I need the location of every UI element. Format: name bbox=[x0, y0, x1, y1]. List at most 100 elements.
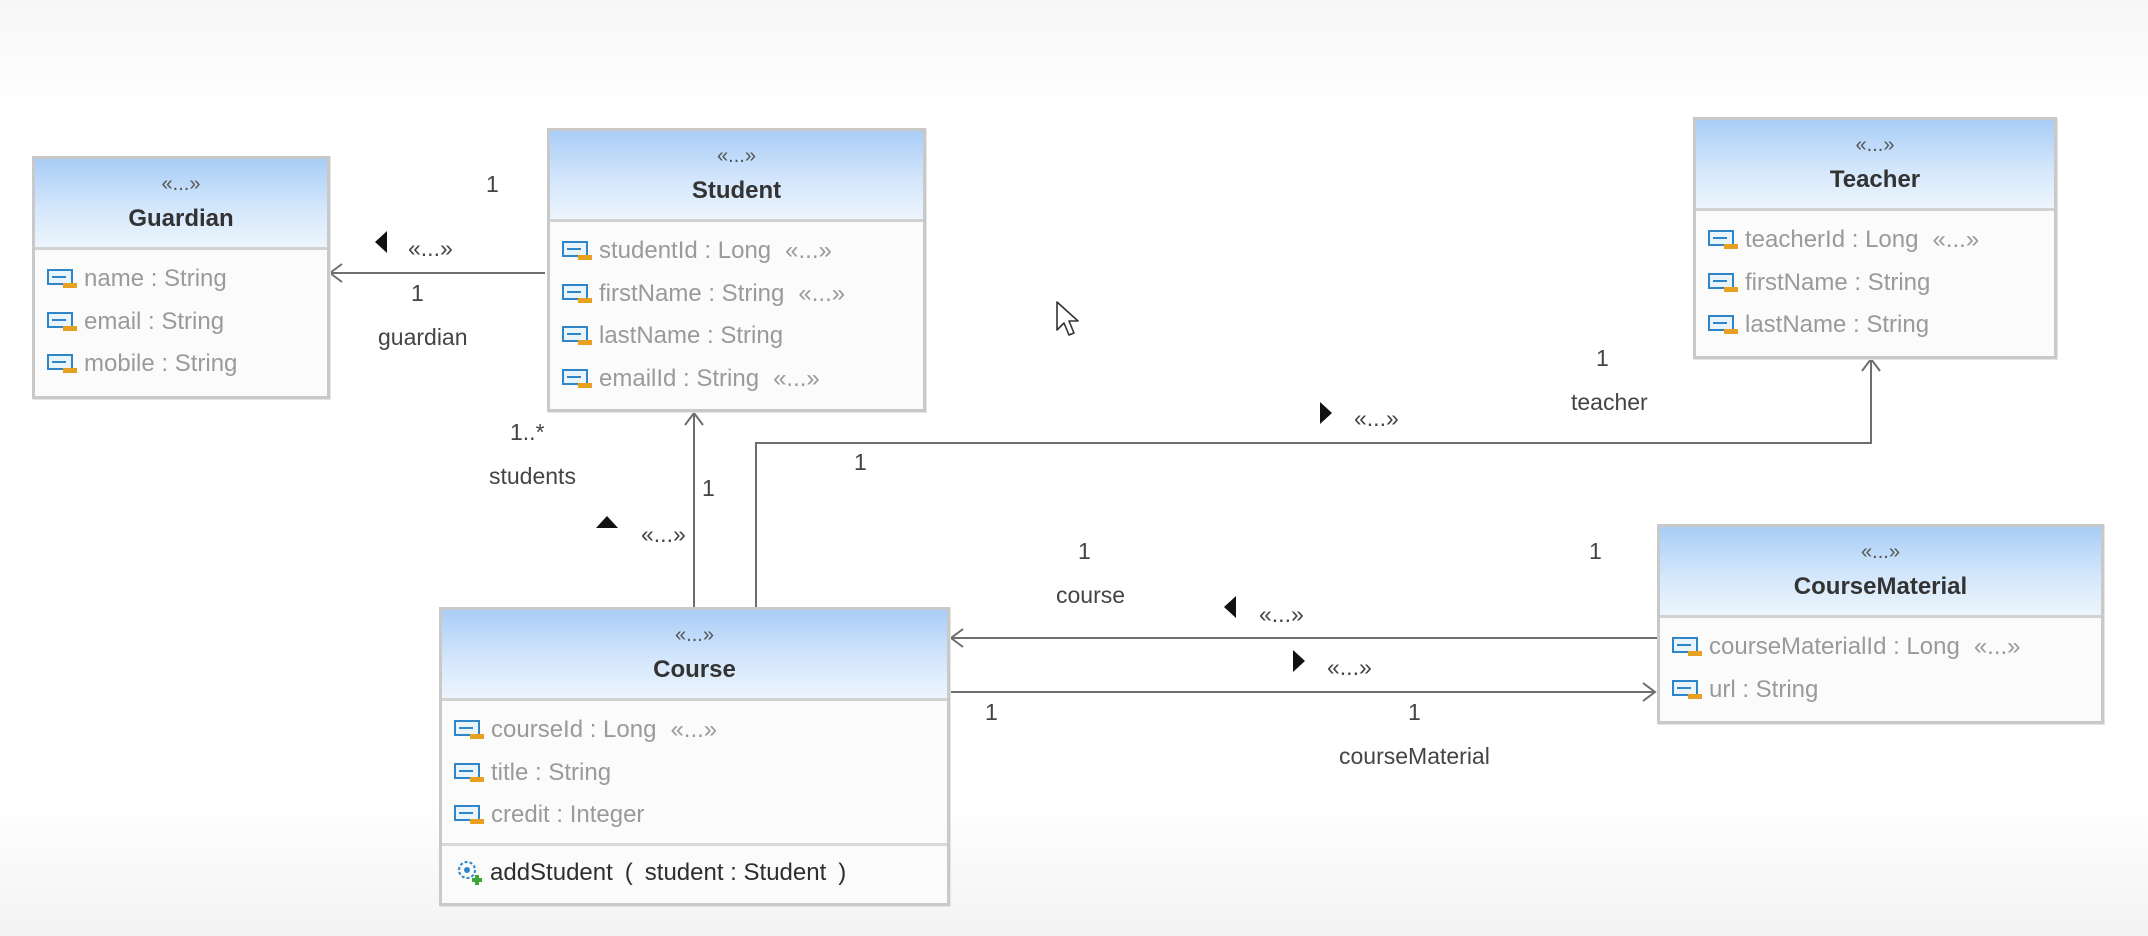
class-name[interactable]: Teacher bbox=[1696, 156, 2054, 208]
attribute-text: mobile : String bbox=[84, 350, 238, 378]
attribute-icon bbox=[562, 326, 592, 346]
mouse-cursor-icon bbox=[1056, 301, 1079, 336]
operation-row[interactable]: addStudent (student : Student) bbox=[442, 852, 947, 894]
attribute-text: studentId : Long bbox=[599, 237, 772, 265]
attribute-icon bbox=[454, 805, 484, 825]
attribute-icon bbox=[47, 311, 77, 331]
attribute-text: lastName : String bbox=[1745, 311, 1930, 339]
role-course: course bbox=[1056, 582, 1126, 608]
attribute-row[interactable]: name : String bbox=[35, 258, 327, 301]
attribute-compartment: courseMaterialId : Long «...» url : Strin… bbox=[1660, 618, 2101, 717]
attribute-text: courseId : Long bbox=[491, 716, 657, 744]
operation-name: addStudent bbox=[490, 858, 613, 886]
attribute-stereotype: «...» bbox=[1973, 633, 2021, 661]
attribute-stereotype: «...» bbox=[773, 364, 820, 392]
class-stereotype: «...» bbox=[717, 145, 756, 167]
association-stereotype: «...» bbox=[1259, 601, 1304, 627]
attribute-row[interactable]: lastName : String bbox=[1696, 304, 2054, 347]
class-stereotype: «...» bbox=[675, 624, 714, 646]
class-stereotype: «...» bbox=[1855, 134, 1895, 156]
operation-params: student : Student bbox=[644, 858, 827, 886]
attribute-stereotype: «...» bbox=[785, 237, 832, 265]
attribute-text: url : String bbox=[1709, 675, 1819, 703]
attribute-row[interactable]: courseMaterialId : Long «...» bbox=[1660, 626, 2101, 669]
uml-class-diagram: «...» Guardian name : String email : Str… bbox=[0, 0, 2148, 936]
attribute-text: lastName : String bbox=[599, 322, 784, 350]
attribute-icon bbox=[562, 368, 592, 388]
direction-triangle-right-icon bbox=[1320, 402, 1332, 424]
direction-triangle-right-icon bbox=[1293, 650, 1305, 672]
attribute-icon bbox=[562, 283, 592, 303]
class-name[interactable]: Student bbox=[550, 167, 923, 219]
multiplicity-course-end: 1 bbox=[1078, 538, 1091, 564]
attribute-text: firstName : String bbox=[599, 279, 785, 307]
attribute-icon bbox=[454, 762, 484, 782]
class-name[interactable]: Guardian bbox=[35, 195, 327, 247]
class-header: «...» CourseMaterial bbox=[1660, 527, 2101, 618]
multiplicity-teacher-end: 1 bbox=[1596, 345, 1609, 371]
attribute-text: teacherId : Long bbox=[1745, 226, 1919, 254]
attribute-icon bbox=[1708, 315, 1738, 335]
attribute-text: title : String bbox=[491, 758, 612, 786]
class-coursematerial[interactable]: «...» CourseMaterial courseMaterialId : … bbox=[1657, 524, 2104, 724]
operation-gear-icon bbox=[458, 860, 482, 885]
attribute-row[interactable]: emailId : String «...» bbox=[550, 358, 923, 401]
attribute-row[interactable]: credit : Integer bbox=[442, 794, 947, 837]
association-stereotype: «...» bbox=[408, 235, 453, 261]
multiplicity-course-end-teacher: 1 bbox=[854, 449, 867, 475]
attribute-icon bbox=[454, 720, 484, 740]
attribute-icon bbox=[47, 269, 77, 289]
class-teacher[interactable]: «...» Teacher teacherId : Long «...» firs… bbox=[1693, 117, 2057, 359]
class-header: «...» Course bbox=[442, 610, 947, 701]
attribute-compartment: studentId : Long «...» firstName : String… bbox=[550, 222, 923, 406]
attribute-row[interactable]: studentId : Long «...» bbox=[550, 230, 923, 273]
multiplicity-course-end-student: 1 bbox=[702, 475, 715, 501]
multiplicity-coursematerial-end: 1 bbox=[1408, 699, 1421, 725]
attribute-compartment: teacherId : Long «...» firstName : String… bbox=[1696, 211, 2054, 353]
attribute-row[interactable]: url : String bbox=[1660, 669, 2101, 712]
association-stereotype: «...» bbox=[1327, 654, 1372, 680]
attribute-stereotype: «...» bbox=[798, 279, 846, 307]
association-stereotype: «...» bbox=[641, 521, 686, 547]
association-stereotype: «...» bbox=[1354, 405, 1399, 431]
role-students: students bbox=[489, 463, 576, 489]
class-name[interactable]: Course bbox=[442, 646, 947, 698]
role-guardian: guardian bbox=[378, 324, 468, 350]
direction-triangle-left-icon bbox=[1224, 596, 1236, 618]
class-header: «...» Student bbox=[550, 131, 923, 222]
attribute-compartment: courseId : Long «...» title : String cred… bbox=[442, 701, 947, 843]
attribute-text: emailId : String bbox=[599, 364, 760, 392]
class-course[interactable]: «...» Course courseId : Long «...» title … bbox=[439, 607, 950, 906]
attribute-text: credit : Integer bbox=[491, 801, 645, 829]
role-teacher: teacher bbox=[1571, 389, 1648, 415]
attribute-stereotype: «...» bbox=[670, 716, 718, 744]
attribute-icon bbox=[1708, 230, 1738, 250]
attribute-text: name : String bbox=[84, 265, 227, 293]
attribute-text: courseMaterialId : Long bbox=[1709, 633, 1960, 661]
attribute-row[interactable]: title : String bbox=[442, 752, 947, 795]
multiplicity-student-end: 1 bbox=[486, 171, 499, 197]
multiplicity-course-source: 1 bbox=[985, 699, 998, 725]
attribute-text: firstName : String bbox=[1745, 268, 1931, 296]
class-guardian[interactable]: «...» Guardian name : String email : Str… bbox=[32, 156, 330, 399]
attribute-text: email : String bbox=[84, 307, 225, 335]
operation-close-paren: ) bbox=[838, 858, 847, 886]
role-coursematerial: courseMaterial bbox=[1339, 743, 1490, 769]
attribute-row[interactable]: firstName : String bbox=[1696, 262, 2054, 305]
multiplicity-guardian-end: 1 bbox=[411, 280, 424, 306]
attribute-compartment: name : String email : String mobile : St… bbox=[35, 250, 327, 392]
attribute-icon bbox=[562, 241, 592, 261]
operation-compartment: addStudent (student : Student) bbox=[442, 842, 947, 900]
class-student[interactable]: «...» Student studentId : Long «...» firs… bbox=[547, 128, 926, 412]
attribute-row[interactable]: teacherId : Long «...» bbox=[1696, 219, 2054, 262]
attribute-row[interactable]: email : String bbox=[35, 301, 327, 344]
attribute-row[interactable]: lastName : String bbox=[550, 315, 923, 358]
direction-triangle-left-icon bbox=[375, 231, 387, 253]
multiplicity-coursematerial-source: 1 bbox=[1589, 538, 1602, 564]
attribute-icon bbox=[1672, 679, 1702, 699]
attribute-row[interactable]: mobile : String bbox=[35, 343, 327, 386]
attribute-row[interactable]: firstName : String «...» bbox=[550, 273, 923, 316]
class-name[interactable]: CourseMaterial bbox=[1660, 563, 2101, 615]
attribute-row[interactable]: courseId : Long «...» bbox=[442, 709, 947, 752]
attribute-icon bbox=[1708, 272, 1738, 292]
